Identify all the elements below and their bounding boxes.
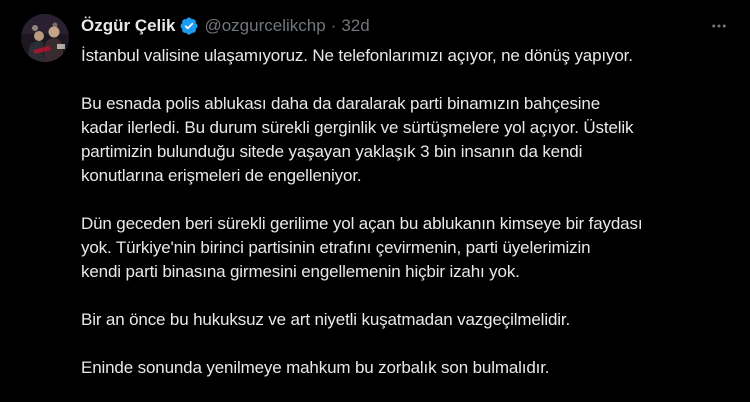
separator-dot: ·	[330, 16, 337, 35]
verified-badge-icon[interactable]	[179, 16, 199, 36]
tweet-paragraph: Bu esnada polis ablukası daha da daralar…	[81, 92, 741, 188]
author-display-name[interactable]: Özgür Çelik	[81, 16, 175, 36]
tweet-line: konutlarına erişmeleri de engelleniyor.	[81, 166, 362, 185]
tweet-paragraph: İstanbul valisine ulaşamıyoruz. Ne telef…	[81, 44, 741, 68]
author-handle[interactable]: @ozgurcelikchp	[204, 16, 325, 36]
tweet-line: İstanbul valisine ulaşamıyoruz. Ne telef…	[81, 46, 633, 65]
tweet-line: kadar ilerledi. Bu durum sürekli gerginl…	[81, 118, 634, 137]
tweet-line: kendi parti binasına girmesini engelleme…	[81, 262, 520, 281]
more-horizontal-icon[interactable]	[705, 14, 733, 38]
tweet-line: Bir an önce bu hukuksuz ve art niyetli k…	[81, 310, 571, 329]
tweet-card[interactable]: Özgür Çelik @ozgurcelikchp · 32d İstanbu…	[0, 0, 750, 402]
tweet-line: Dün geceden beri sürekli gerilime yol aç…	[81, 214, 643, 233]
tweet-line: Eninde sonunda yenilmeye mahkum bu zorba…	[81, 358, 550, 377]
tweet-paragraph: Bir an önce bu hukuksuz ve art niyetli k…	[81, 308, 741, 332]
tweet-line: Bu esnada polis ablukası daha da daralar…	[81, 94, 601, 113]
avatar-image	[21, 14, 69, 62]
tweet-text: İstanbul valisine ulaşamıyoruz. Ne telef…	[81, 44, 741, 380]
tweet-paragraph: Eninde sonunda yenilmeye mahkum bu zorba…	[81, 356, 741, 380]
avatar[interactable]	[21, 14, 69, 62]
tweet-paragraph: Dün geceden beri sürekli gerilime yol aç…	[81, 212, 741, 284]
tweet-timestamp[interactable]: 32d	[341, 16, 369, 36]
tweet-line: yok. Türkiye'nin birinci partisinin etra…	[81, 238, 591, 257]
tweet-line: partimizin bulunduğu sitede yaşayan yakl…	[81, 142, 583, 161]
tweet-header: Özgür Çelik @ozgurcelikchp · 32d	[81, 14, 370, 38]
